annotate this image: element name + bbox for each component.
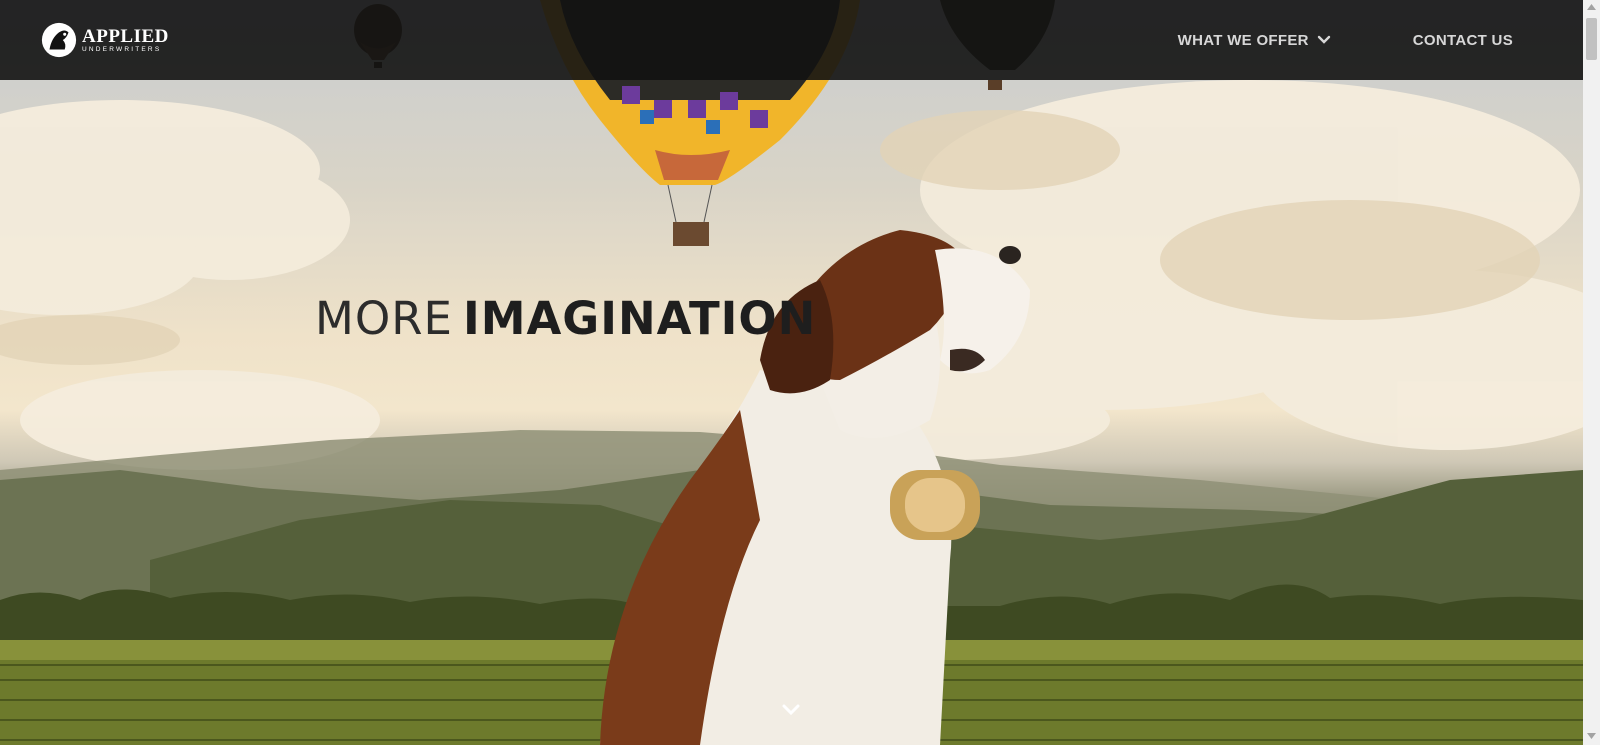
brand-title: APPLIED [82, 25, 169, 47]
brand-logo[interactable]: APPLIED UNDERWRITERS [40, 20, 169, 60]
scroll-thumb[interactable] [1586, 18, 1597, 60]
headline-bold: IMAGINATION [462, 292, 817, 345]
dog-seal-icon [41, 22, 77, 58]
main-nav: WHAT WE OFFER CONTACT US [1178, 0, 1513, 80]
nav-contact-us[interactable]: CONTACT US [1413, 32, 1513, 49]
top-nav-bar: APPLIED UNDERWRITERS WHAT WE OFFER CONTA… [0, 0, 1583, 80]
brand-subtitle: UNDERWRITERS [82, 45, 162, 53]
scroll-down-chevron-icon[interactable] [780, 702, 802, 718]
scroll-down-arrow-icon[interactable] [1587, 733, 1596, 739]
hero-headline: MORE IMAGINATION [315, 292, 816, 345]
brand-wordmark: APPLIED UNDERWRITERS [82, 27, 169, 54]
scroll-up-arrow-icon[interactable] [1587, 4, 1596, 10]
nav-contact-us-label: CONTACT US [1412, 31, 1513, 49]
nav-what-we-offer[interactable]: WHAT WE OFFER [1178, 32, 1331, 49]
page-scrollbar[interactable] [1583, 0, 1600, 745]
hero-section [0, 0, 1583, 745]
chevron-down-icon [1317, 35, 1330, 44]
hero-background-image [0, 0, 1583, 745]
headline-light: MORE [315, 292, 453, 345]
nav-what-we-offer-label: WHAT WE OFFER [1177, 31, 1309, 49]
